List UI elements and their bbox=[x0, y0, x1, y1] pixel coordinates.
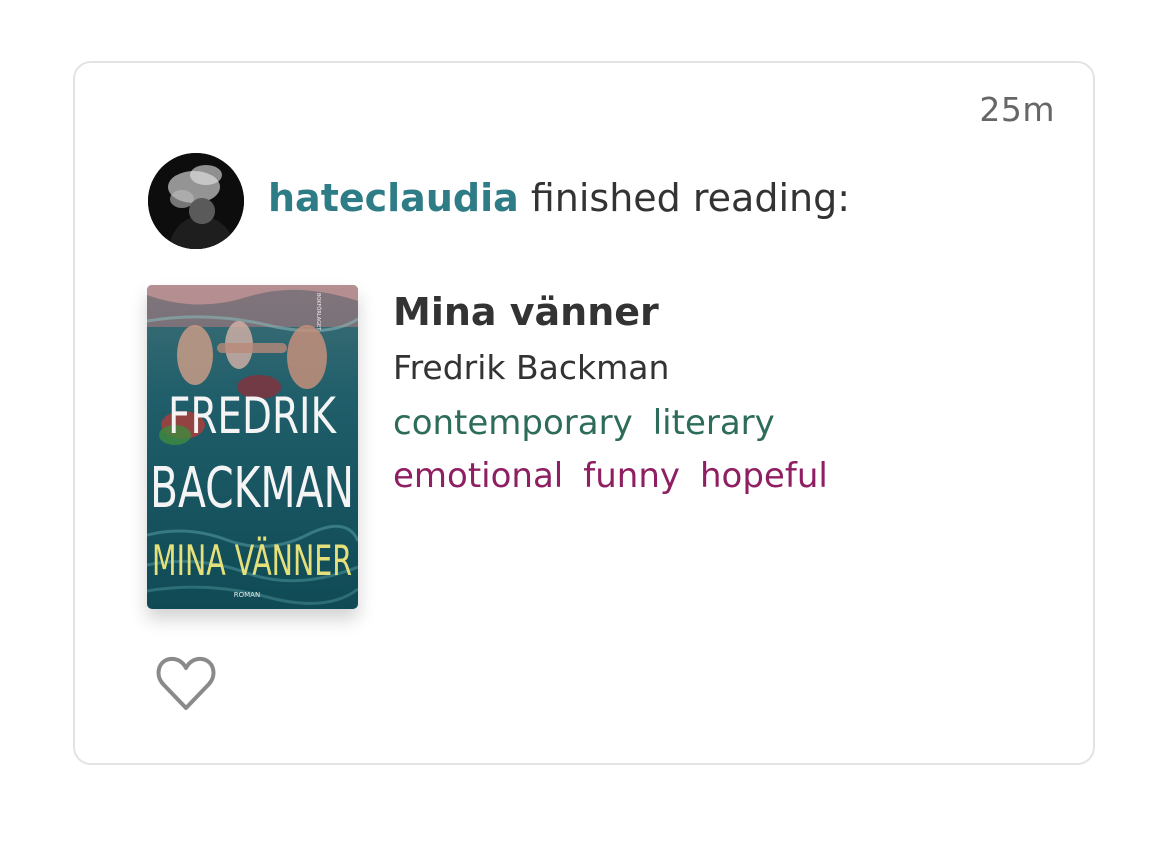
activity-headline: hateclaudia finished reading: bbox=[268, 176, 850, 220]
genre-tag[interactable]: contemporary bbox=[393, 403, 633, 443]
genre-tags: contemporary literary bbox=[393, 403, 775, 443]
book-title[interactable]: Mina vänner bbox=[393, 290, 659, 334]
activity-card: 25m hateclaudia finished reading: FREDRI… bbox=[73, 61, 1095, 765]
cover-publisher: BOKFÖRLAGET bbox=[315, 293, 322, 331]
cover-author-line1: FREDRIK bbox=[168, 387, 337, 445]
genre-tag[interactable]: literary bbox=[653, 403, 775, 443]
mood-tag[interactable]: emotional bbox=[393, 456, 563, 496]
cover-subtitle: ROMAN bbox=[234, 591, 260, 599]
user-avatar[interactable] bbox=[148, 153, 244, 249]
activity-action: finished reading: bbox=[530, 176, 851, 220]
mood-tag[interactable]: funny bbox=[583, 456, 680, 496]
book-author[interactable]: Fredrik Backman bbox=[393, 348, 669, 387]
mood-tags: emotional funny hopeful bbox=[393, 456, 828, 496]
mood-tag[interactable]: hopeful bbox=[700, 456, 828, 496]
username-link[interactable]: hateclaudia bbox=[268, 176, 519, 220]
cover-title: MINA VÄNNER bbox=[152, 535, 352, 585]
like-button[interactable] bbox=[155, 653, 217, 713]
post-timestamp: 25m bbox=[979, 90, 1055, 129]
cover-author-line2: BACKMAN bbox=[150, 456, 354, 521]
book-cover[interactable]: FREDRIK BACKMAN MINA VÄNNER ROMAN BOKFÖR… bbox=[147, 285, 358, 609]
heart-outline-icon bbox=[156, 656, 216, 710]
